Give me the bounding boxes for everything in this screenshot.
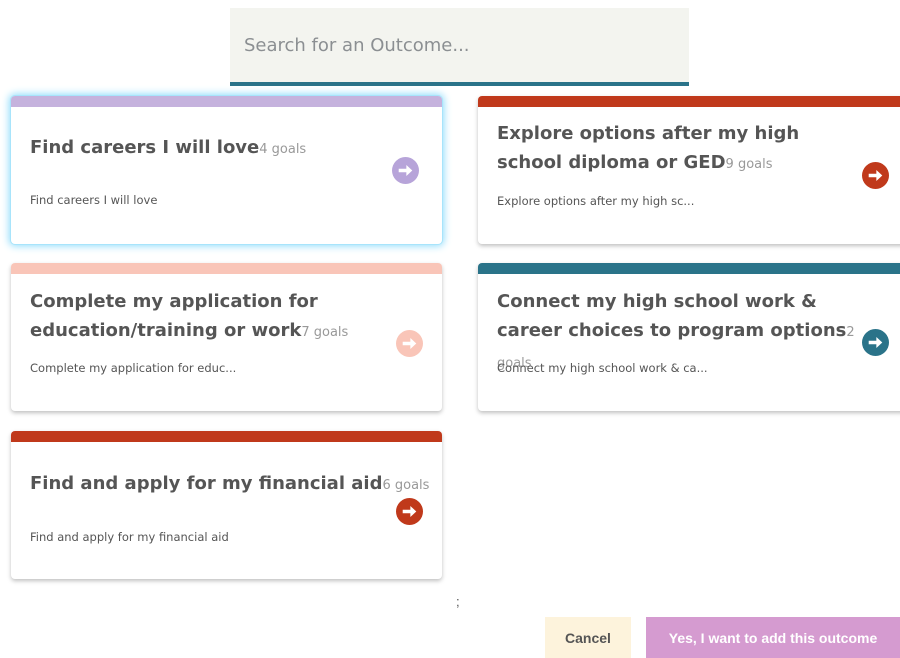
arrow-right-circle-icon[interactable] [396,498,423,525]
goal-count: 9 goals [725,157,773,172]
card-title: Complete my application for education/tr… [30,291,349,341]
card-description: Find and apply for my financial aid [30,530,229,544]
outcome-card-explore-options[interactable]: Explore options after my high school dip… [478,96,900,244]
card-description: Complete my application for educ... [30,361,237,375]
outcome-card-find-careers[interactable]: Find careers I will love4 goals Find car… [11,96,442,244]
card-color-bar [478,263,900,274]
card-color-bar [478,96,900,107]
arrow-right-circle-icon[interactable] [392,157,419,184]
add-outcome-button[interactable]: Yes, I want to add this outcome [646,617,900,658]
arrow-right-circle-icon[interactable] [862,329,889,356]
outcome-card-connect-high-school[interactable]: Connect my high school work & career cho… [478,263,900,411]
stray-semicolon-text: ; [456,594,460,609]
arrow-right-circle-icon[interactable] [396,330,423,357]
goal-count: 6 goals [382,478,430,493]
card-title: Find careers I will love4 goals [30,137,307,158]
outcome-search-box[interactable] [230,8,689,86]
card-title: Explore options after my high school dip… [497,123,800,173]
card-description: Find careers I will love [30,193,158,207]
outcome-search-input[interactable] [230,8,689,82]
goal-count: 4 goals [259,142,307,157]
card-color-bar [11,431,442,442]
card-title: Find and apply for my financial aid6 goa… [30,473,430,494]
card-color-bar [11,263,442,274]
cancel-button[interactable]: Cancel [545,617,631,658]
card-description: Connect my high school work & ca... [497,361,708,375]
arrow-right-circle-icon[interactable] [862,162,889,189]
outcome-card-complete-application[interactable]: Complete my application for education/tr… [11,263,442,411]
goal-count: 7 goals [301,325,349,340]
card-color-bar [11,96,442,107]
card-description: Explore options after my high sc... [497,194,695,208]
outcome-card-financial-aid[interactable]: Find and apply for my financial aid 6 goa… [11,431,442,579]
